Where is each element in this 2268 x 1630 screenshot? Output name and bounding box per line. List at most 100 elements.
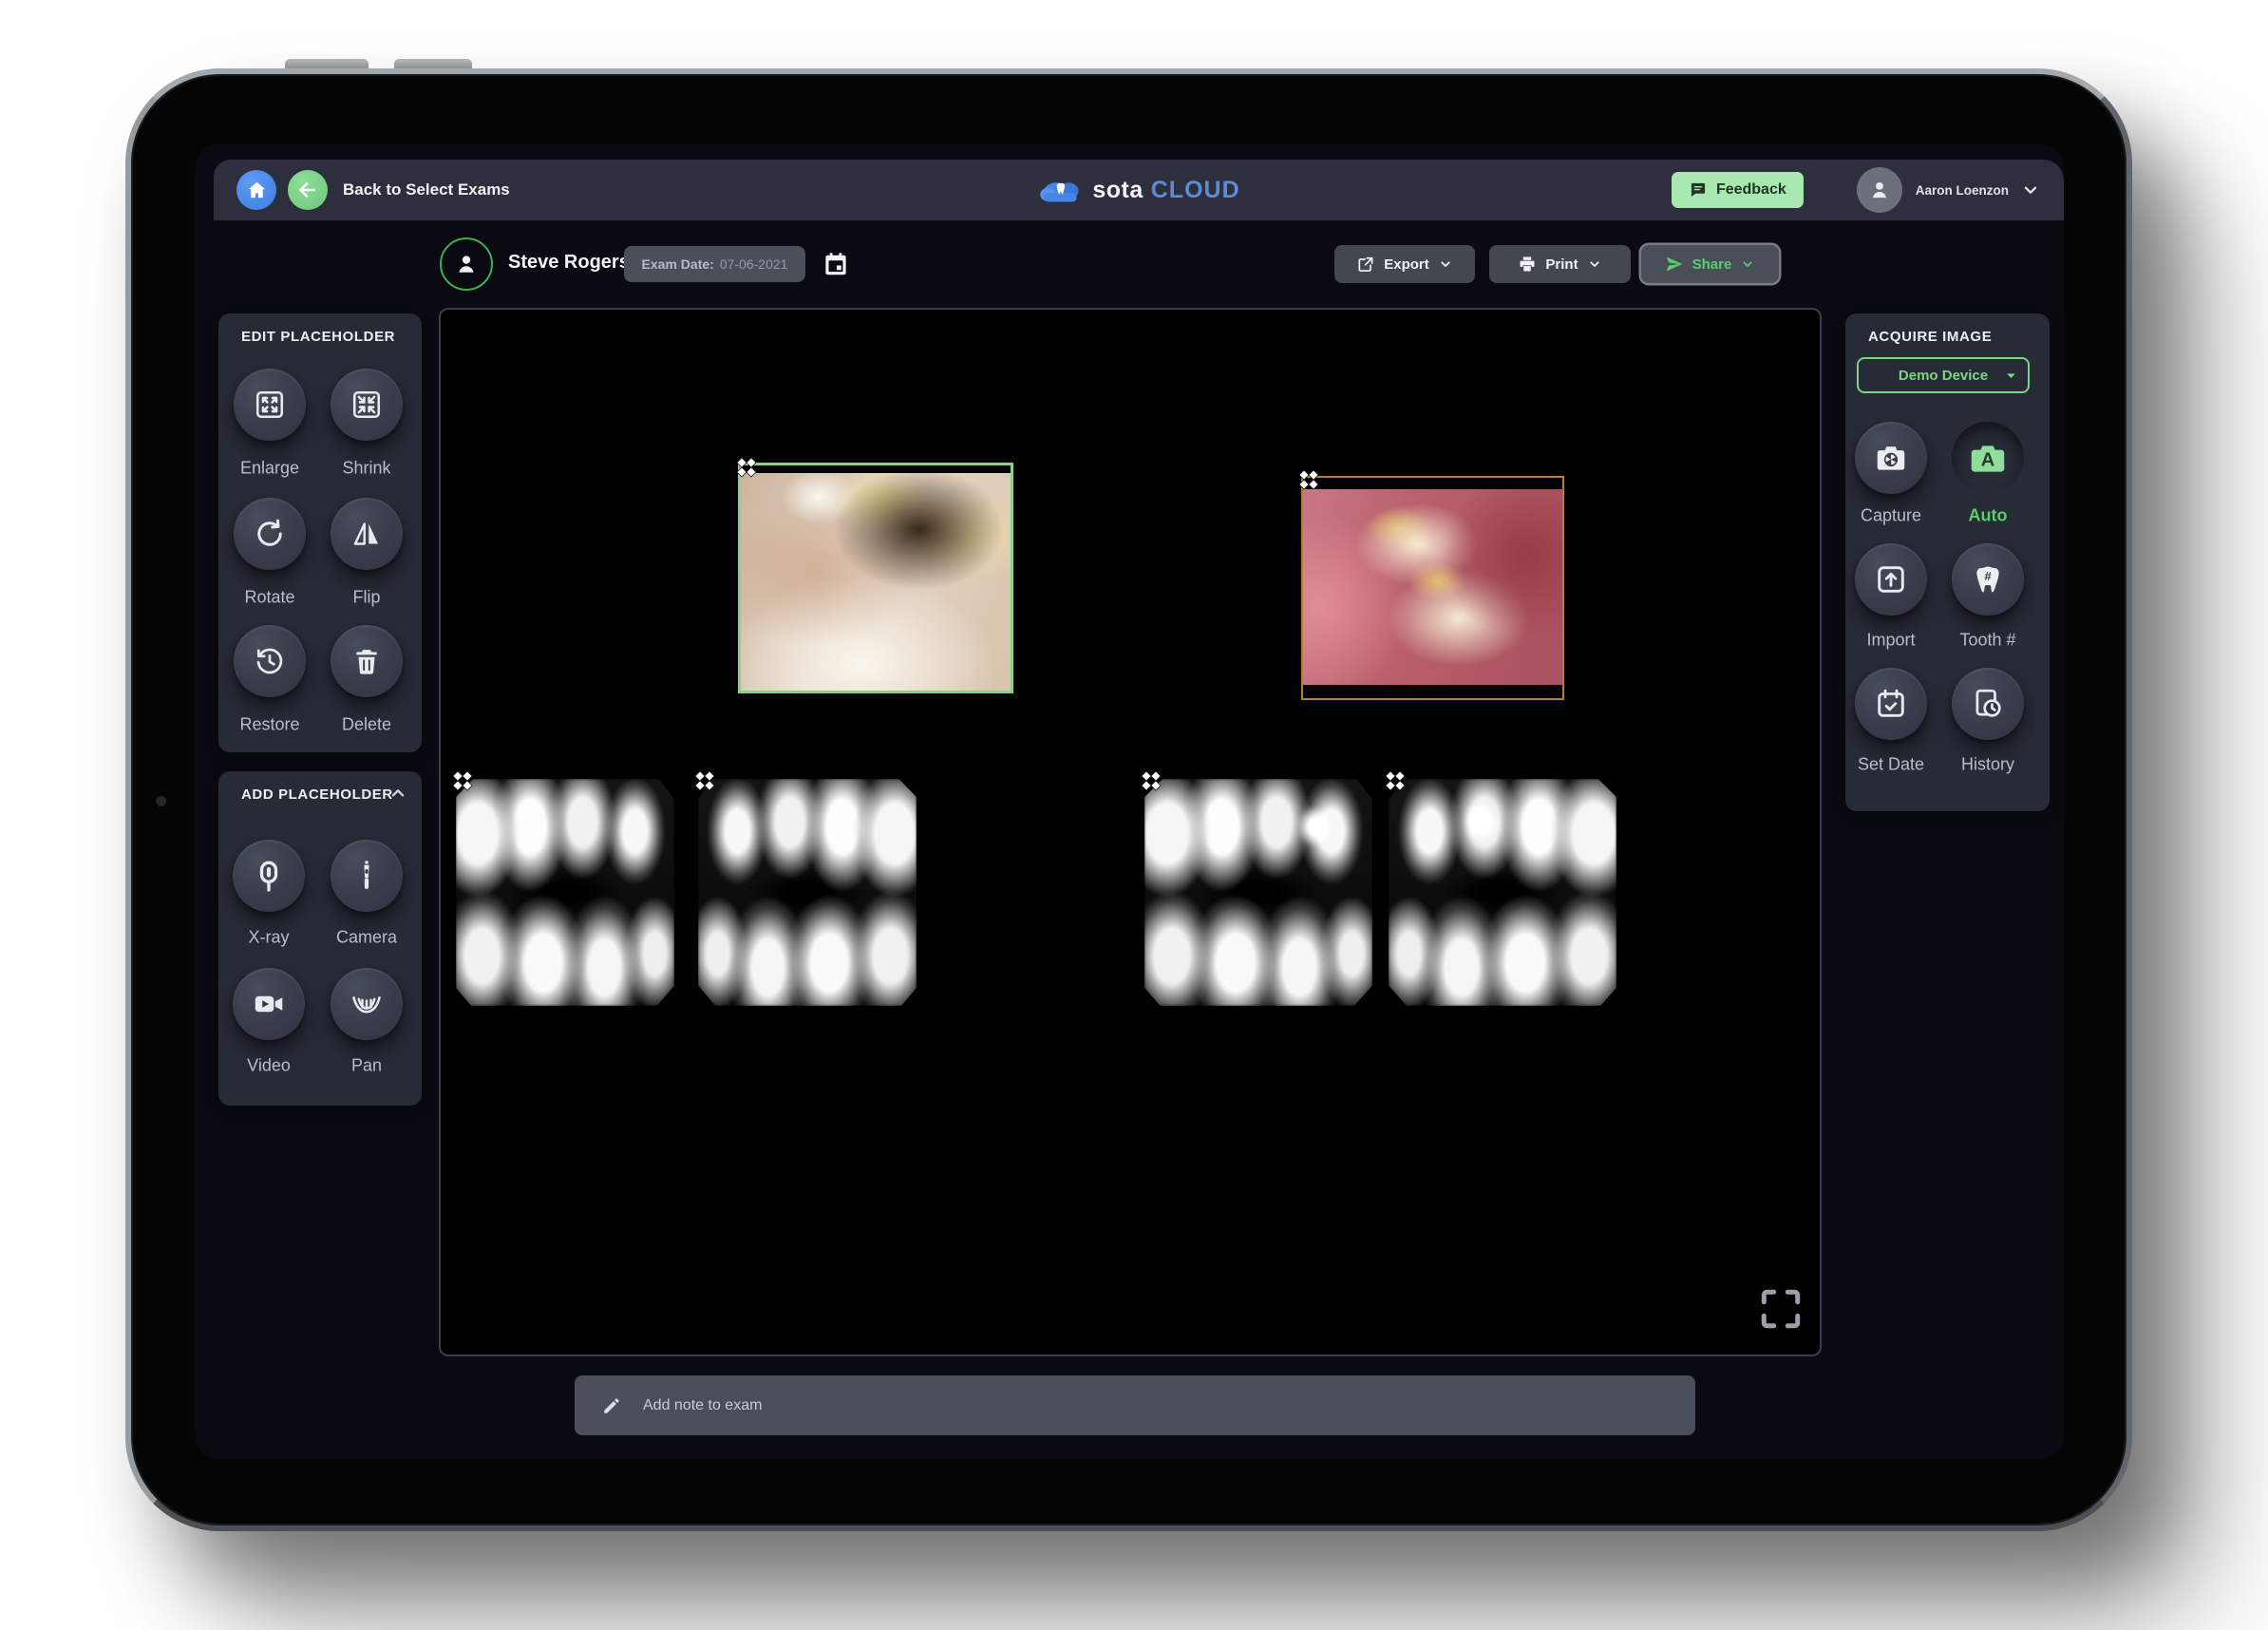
trash-icon — [350, 645, 383, 677]
capture-button[interactable] — [1855, 422, 1927, 494]
exam-canvas[interactable] — [439, 308, 1822, 1356]
tablet-front-camera — [156, 796, 166, 806]
user-avatar[interactable] — [1857, 167, 1902, 213]
move-handle-icon[interactable] — [448, 767, 477, 795]
xray-sensor-icon — [252, 859, 286, 893]
enlarge-label: Enlarge — [240, 459, 299, 479]
acquire-image-panel: ACQUIRE IMAGE Demo Device A — [1845, 313, 2050, 811]
tooth-number-label: Tooth # — [1959, 631, 2015, 651]
exam-note-input[interactable]: Add note to exam — [575, 1375, 1695, 1435]
tablet-frame: Back to Select Exams sotaCLOUD — [125, 68, 2132, 1531]
collapse-panel-button[interactable] — [387, 783, 408, 804]
page-background: Back to Select Exams sotaCLOUD — [0, 0, 2268, 1630]
enlarge-icon — [253, 388, 287, 422]
rotate-label: Rotate — [244, 588, 294, 608]
pan-label: Pan — [351, 1056, 382, 1076]
add-panel-title: ADD PLACEHOLDER — [241, 787, 393, 803]
panoramic-arch-icon — [350, 987, 384, 1021]
edit-panel-title: EDIT PLACEHOLDER — [241, 329, 395, 345]
capture-camera-icon — [1873, 440, 1909, 476]
patient-name: Steve Rogers — [508, 252, 630, 274]
fullscreen-button[interactable] — [1757, 1284, 1806, 1334]
user-menu-chevron-down-icon[interactable] — [2020, 180, 2041, 200]
shrink-button[interactable] — [331, 369, 403, 441]
restore-label: Restore — [239, 715, 299, 735]
export-icon — [1356, 255, 1375, 274]
add-placeholder-panel: ADD PLACEHOLDER X-ray Ca — [218, 771, 422, 1106]
restore-button[interactable] — [234, 625, 306, 697]
rotate-icon — [253, 517, 287, 551]
share-button[interactable]: Share — [1641, 245, 1779, 283]
calendar-button[interactable] — [822, 246, 858, 282]
bitewing-xray[interactable] — [1389, 779, 1616, 1006]
intraoral-photo-image — [741, 473, 1011, 691]
pan-placeholder-button[interactable] — [331, 968, 403, 1040]
import-button[interactable] — [1855, 543, 1927, 616]
pencil-icon — [601, 1395, 622, 1416]
shrink-label: Shrink — [342, 459, 390, 479]
cloud-tooth-icon — [1037, 175, 1085, 205]
auto-capture-button[interactable]: A — [1952, 422, 2024, 494]
feedback-chat-icon — [1689, 180, 1708, 199]
print-button[interactable]: Print — [1489, 245, 1631, 283]
calendar-check-icon — [1874, 687, 1908, 721]
acquire-panel-title: ACQUIRE IMAGE — [1868, 329, 1992, 345]
export-button[interactable]: Export — [1334, 245, 1475, 283]
home-button[interactable] — [236, 170, 276, 210]
person-icon — [453, 251, 480, 277]
device-select[interactable]: Demo Device — [1857, 357, 2030, 393]
paper-plane-icon — [1665, 255, 1684, 274]
rotate-button[interactable] — [234, 498, 306, 570]
shrink-icon — [350, 388, 384, 422]
tooth-number-button[interactable]: # — [1952, 543, 2024, 616]
history-label: History — [1961, 755, 2014, 775]
camera-label: Camera — [336, 928, 397, 948]
import-icon — [1874, 562, 1908, 597]
enlarge-button[interactable] — [234, 369, 306, 441]
print-label: Print — [1545, 256, 1578, 273]
move-handle-icon[interactable] — [690, 767, 719, 795]
chevron-up-icon — [387, 783, 408, 804]
intraoral-photo-selected[interactable] — [738, 463, 1013, 693]
history-button[interactable] — [1952, 668, 2024, 740]
move-handle-icon[interactable] — [1137, 767, 1165, 795]
xray-placeholder-button[interactable] — [233, 840, 305, 912]
camera-placeholder-button[interactable] — [331, 840, 403, 912]
chevron-down-icon — [1438, 256, 1453, 272]
home-icon — [246, 180, 268, 201]
move-handle-icon[interactable] — [1295, 465, 1323, 494]
video-placeholder-button[interactable] — [233, 968, 305, 1040]
intraoral-photo[interactable] — [1301, 476, 1564, 700]
intraoral-camera-icon — [350, 859, 384, 893]
tooth-number-icon: # — [1971, 562, 2005, 597]
bitewing-xray[interactable] — [1144, 779, 1372, 1006]
bitewing-xray[interactable] — [456, 779, 674, 1006]
delete-button[interactable] — [331, 625, 403, 697]
svg-text:#: # — [1984, 569, 1991, 583]
export-label: Export — [1384, 256, 1429, 273]
move-handle-icon[interactable] — [732, 453, 761, 482]
back-button[interactable] — [288, 170, 328, 210]
chevron-down-icon — [1740, 256, 1755, 272]
video-label: Video — [247, 1056, 291, 1076]
move-handle-icon[interactable] — [1381, 767, 1409, 795]
flip-button[interactable] — [331, 498, 403, 570]
exam-date-label: Exam Date: — [642, 256, 714, 272]
app-screen: Back to Select Exams sotaCLOUD — [195, 144, 2064, 1459]
feedback-button[interactable]: Feedback — [1672, 172, 1804, 208]
exam-date-field[interactable]: Exam Date: 07-06-2021 — [624, 246, 805, 282]
set-date-button[interactable] — [1855, 668, 1927, 740]
arrow-left-icon — [296, 179, 319, 201]
delete-label: Delete — [342, 715, 391, 735]
restore-clock-icon — [253, 644, 287, 678]
flip-icon — [350, 517, 384, 551]
set-date-label: Set Date — [1858, 755, 1924, 775]
import-label: Import — [1866, 631, 1915, 651]
flip-label: Flip — [352, 588, 380, 608]
person-icon — [1867, 178, 1892, 202]
back-to-select-exams-label[interactable]: Back to Select Exams — [343, 180, 510, 199]
bitewing-xray[interactable] — [698, 779, 917, 1006]
chevron-down-icon — [2004, 369, 2018, 383]
exam-date-value: 07-06-2021 — [720, 256, 788, 272]
user-name[interactable]: Aaron Loenzon — [1916, 183, 2009, 198]
